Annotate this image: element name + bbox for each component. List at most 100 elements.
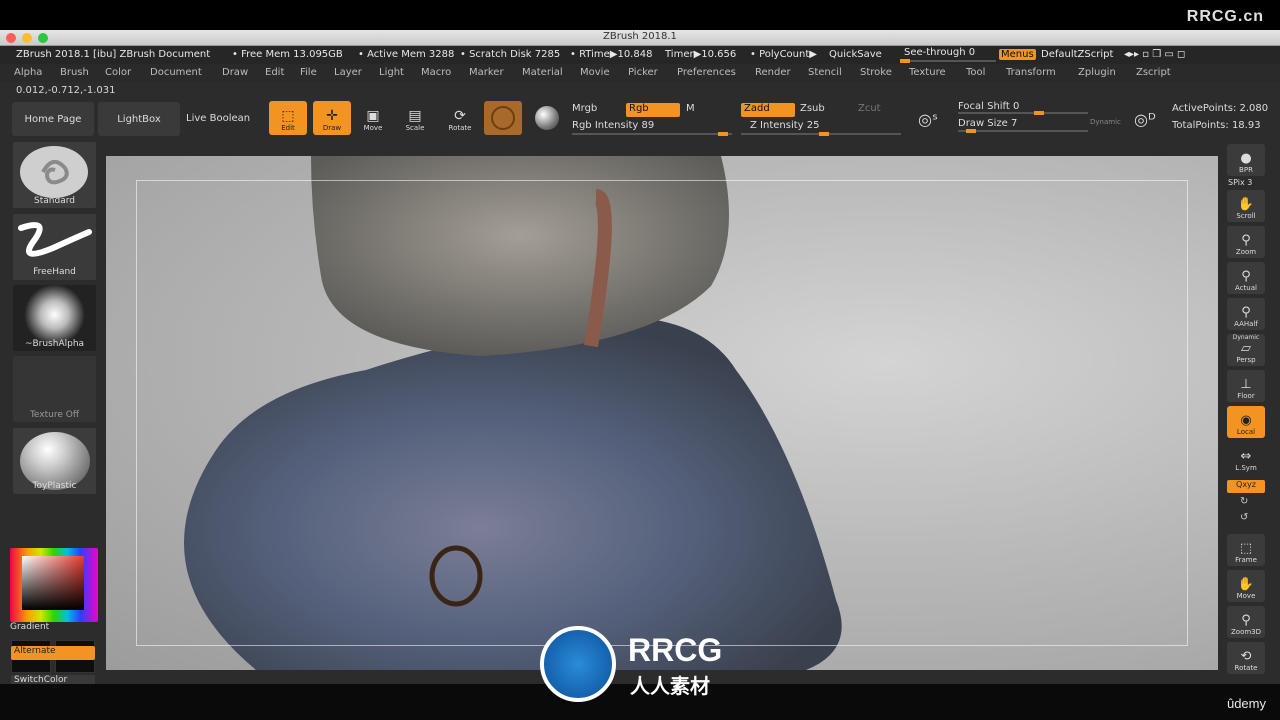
scroll-label: Scroll [1236,212,1256,220]
focal-d-icon[interactable]: ◎ᴰ [1134,110,1156,129]
color-picker[interactable] [10,548,98,622]
menu-item[interactable]: Light [379,67,404,78]
free-mem: • Free Mem 13.095GB [232,49,343,60]
zsub-button[interactable]: Zsub [800,103,825,114]
menu-item[interactable]: Alpha [14,67,42,78]
color-square[interactable] [22,556,84,610]
bpr-button[interactable]: ● BPR [1227,144,1265,176]
zoom3d-label: Zoom3D [1230,628,1262,636]
menus-toggle[interactable]: Menus [999,49,1036,60]
menu-item[interactable]: Material [522,67,563,78]
frame-button[interactable]: ⬚ Frame [1227,534,1265,566]
aahalf-label: AAHalf [1234,320,1258,328]
scroll-button[interactable]: ✋ Scroll [1227,190,1265,222]
polycount: • PolyCount▶ [750,49,817,60]
scratch-disk: • Scratch Disk 7285 [460,49,561,60]
zoom3d-button[interactable]: ⚲ Zoom3D [1227,606,1265,638]
rotate-button[interactable]: ⟳ Rotate [441,101,479,135]
gradient-label[interactable]: Gradient [10,622,93,632]
focal-s-icon[interactable]: ◎ˢ [918,110,938,129]
actual-icon: ⚲ [1241,269,1251,284]
active-mem: • Active Mem 3288 [358,49,455,60]
rotate-z-icon[interactable]: ↺ [1240,512,1248,523]
scale-button[interactable]: ▤ Scale [396,101,434,135]
menu-item[interactable]: Draw [222,67,248,78]
lightbox-button[interactable]: LightBox [98,102,180,136]
focal-shift-label[interactable]: Focal Shift 0 [958,101,1019,112]
menu-item[interactable]: Texture [909,67,946,78]
spix-label[interactable]: SPix 3 [1228,178,1252,187]
menu-item[interactable]: Picker [628,67,658,78]
window-title: ZBrush 2018.1 [603,31,677,42]
menu-item[interactable]: Layer [334,67,362,78]
menu-item[interactable]: Document [150,67,202,78]
draw-size-label[interactable]: Draw Size 7 [958,118,1017,129]
see-through-slider[interactable] [900,59,996,63]
zcut-button[interactable]: Zcut [858,103,881,114]
menu-item[interactable]: Zplugin [1078,67,1116,78]
menu-item[interactable]: Render [755,67,791,78]
m-button[interactable]: M [686,103,695,114]
rotate-view-icon: ⟲ [1240,649,1252,664]
home-page-button[interactable]: Home Page [12,102,94,136]
menu-item[interactable]: Tool [966,67,985,78]
zoom-button[interactable]: ⚲ Zoom [1227,226,1265,258]
texture-sphere-button[interactable] [528,101,566,135]
window-tools-icons[interactable]: ◂▸▸ ▫ ❒ ▭ ◻ [1124,49,1185,60]
move-button[interactable]: ▣ Move [354,101,392,135]
zoom3d-icon: ⚲ [1241,613,1251,628]
menu-item[interactable]: Movie [580,67,610,78]
quicksave-button[interactable]: QuickSave [829,49,882,60]
xyz-toggle[interactable]: Qxyz [1227,480,1265,493]
rotate-y-icon[interactable]: ↻ [1240,496,1248,507]
total-points: TotalPoints: 18.93 [1172,120,1261,131]
corner-watermark: RRCG.cn [1186,8,1264,25]
menu-item[interactable]: Stencil [808,67,842,78]
lsym-button[interactable]: ⇔ L.Sym [1227,442,1265,474]
menu-item[interactable]: Stroke [860,67,892,78]
actual-button[interactable]: ⚲ Actual [1227,262,1265,294]
live-boolean-button[interactable]: Live Boolean [186,113,250,124]
rotate-view-label: Rotate [1234,664,1258,672]
menu-item[interactable]: Color [105,67,131,78]
menu-item[interactable]: File [300,67,317,78]
menu-item[interactable]: Edit [265,67,284,78]
see-through-label[interactable]: See-through 0 [904,47,975,58]
z-intensity-label[interactable]: Z Intensity 25 [750,120,819,131]
rgb-intensity-label[interactable]: Rgb Intensity 89 [572,120,654,131]
draw-size-slider[interactable] [958,129,1088,133]
local-button[interactable]: ◉ Local [1227,406,1265,438]
menu-item[interactable]: Marker [469,67,504,78]
active-points: ActivePoints: 2.080 [1172,103,1269,114]
texture-sphere-icon [535,106,559,130]
scroll-hand-icon: ✋ [1237,197,1255,212]
dynamic-persp-label: Dynamic [1232,334,1260,341]
move-view-button[interactable]: ✋ Move [1227,570,1265,602]
edit-icon: ⬚ [281,108,295,124]
menu-item[interactable]: Preferences [677,67,736,78]
focal-shift-slider[interactable] [958,111,1088,115]
material-sphere-button[interactable] [484,101,522,135]
menu-item[interactable]: Transform [1006,67,1056,78]
zadd-button[interactable]: Zadd [741,103,795,117]
menu-item[interactable]: Zscript [1136,67,1171,78]
draw-button[interactable]: ✛ Draw [313,101,351,135]
draw-icon: ✛ [326,108,338,124]
menu-item[interactable]: Brush [60,67,89,78]
edit-button[interactable]: ⬚ Edit [269,101,307,135]
menu-item[interactable]: Macro [421,67,451,78]
default-zscript-button[interactable]: DefaultZScript [1041,49,1113,60]
dynamic-label[interactable]: Dynamic [1090,118,1121,126]
rotate-view-button[interactable]: ⟲ Rotate [1227,642,1265,674]
alternate-button[interactable]: Alternate [11,646,95,660]
canvas-viewport[interactable] [106,156,1218,670]
mrgb-button[interactable]: Mrgb [572,103,597,114]
rgb-button[interactable]: Rgb [626,103,680,117]
zoom-icon: ⚲ [1241,233,1251,248]
floor-button[interactable]: ⊥ Floor [1227,370,1265,402]
floor-icon: ⊥ [1240,377,1252,392]
z-intensity-slider[interactable] [741,132,901,136]
aahalf-button[interactable]: ⚲ AAHalf [1227,298,1265,330]
rgb-intensity-slider[interactable] [572,132,732,136]
persp-button[interactable]: Dynamic ▱ Persp [1227,334,1265,366]
